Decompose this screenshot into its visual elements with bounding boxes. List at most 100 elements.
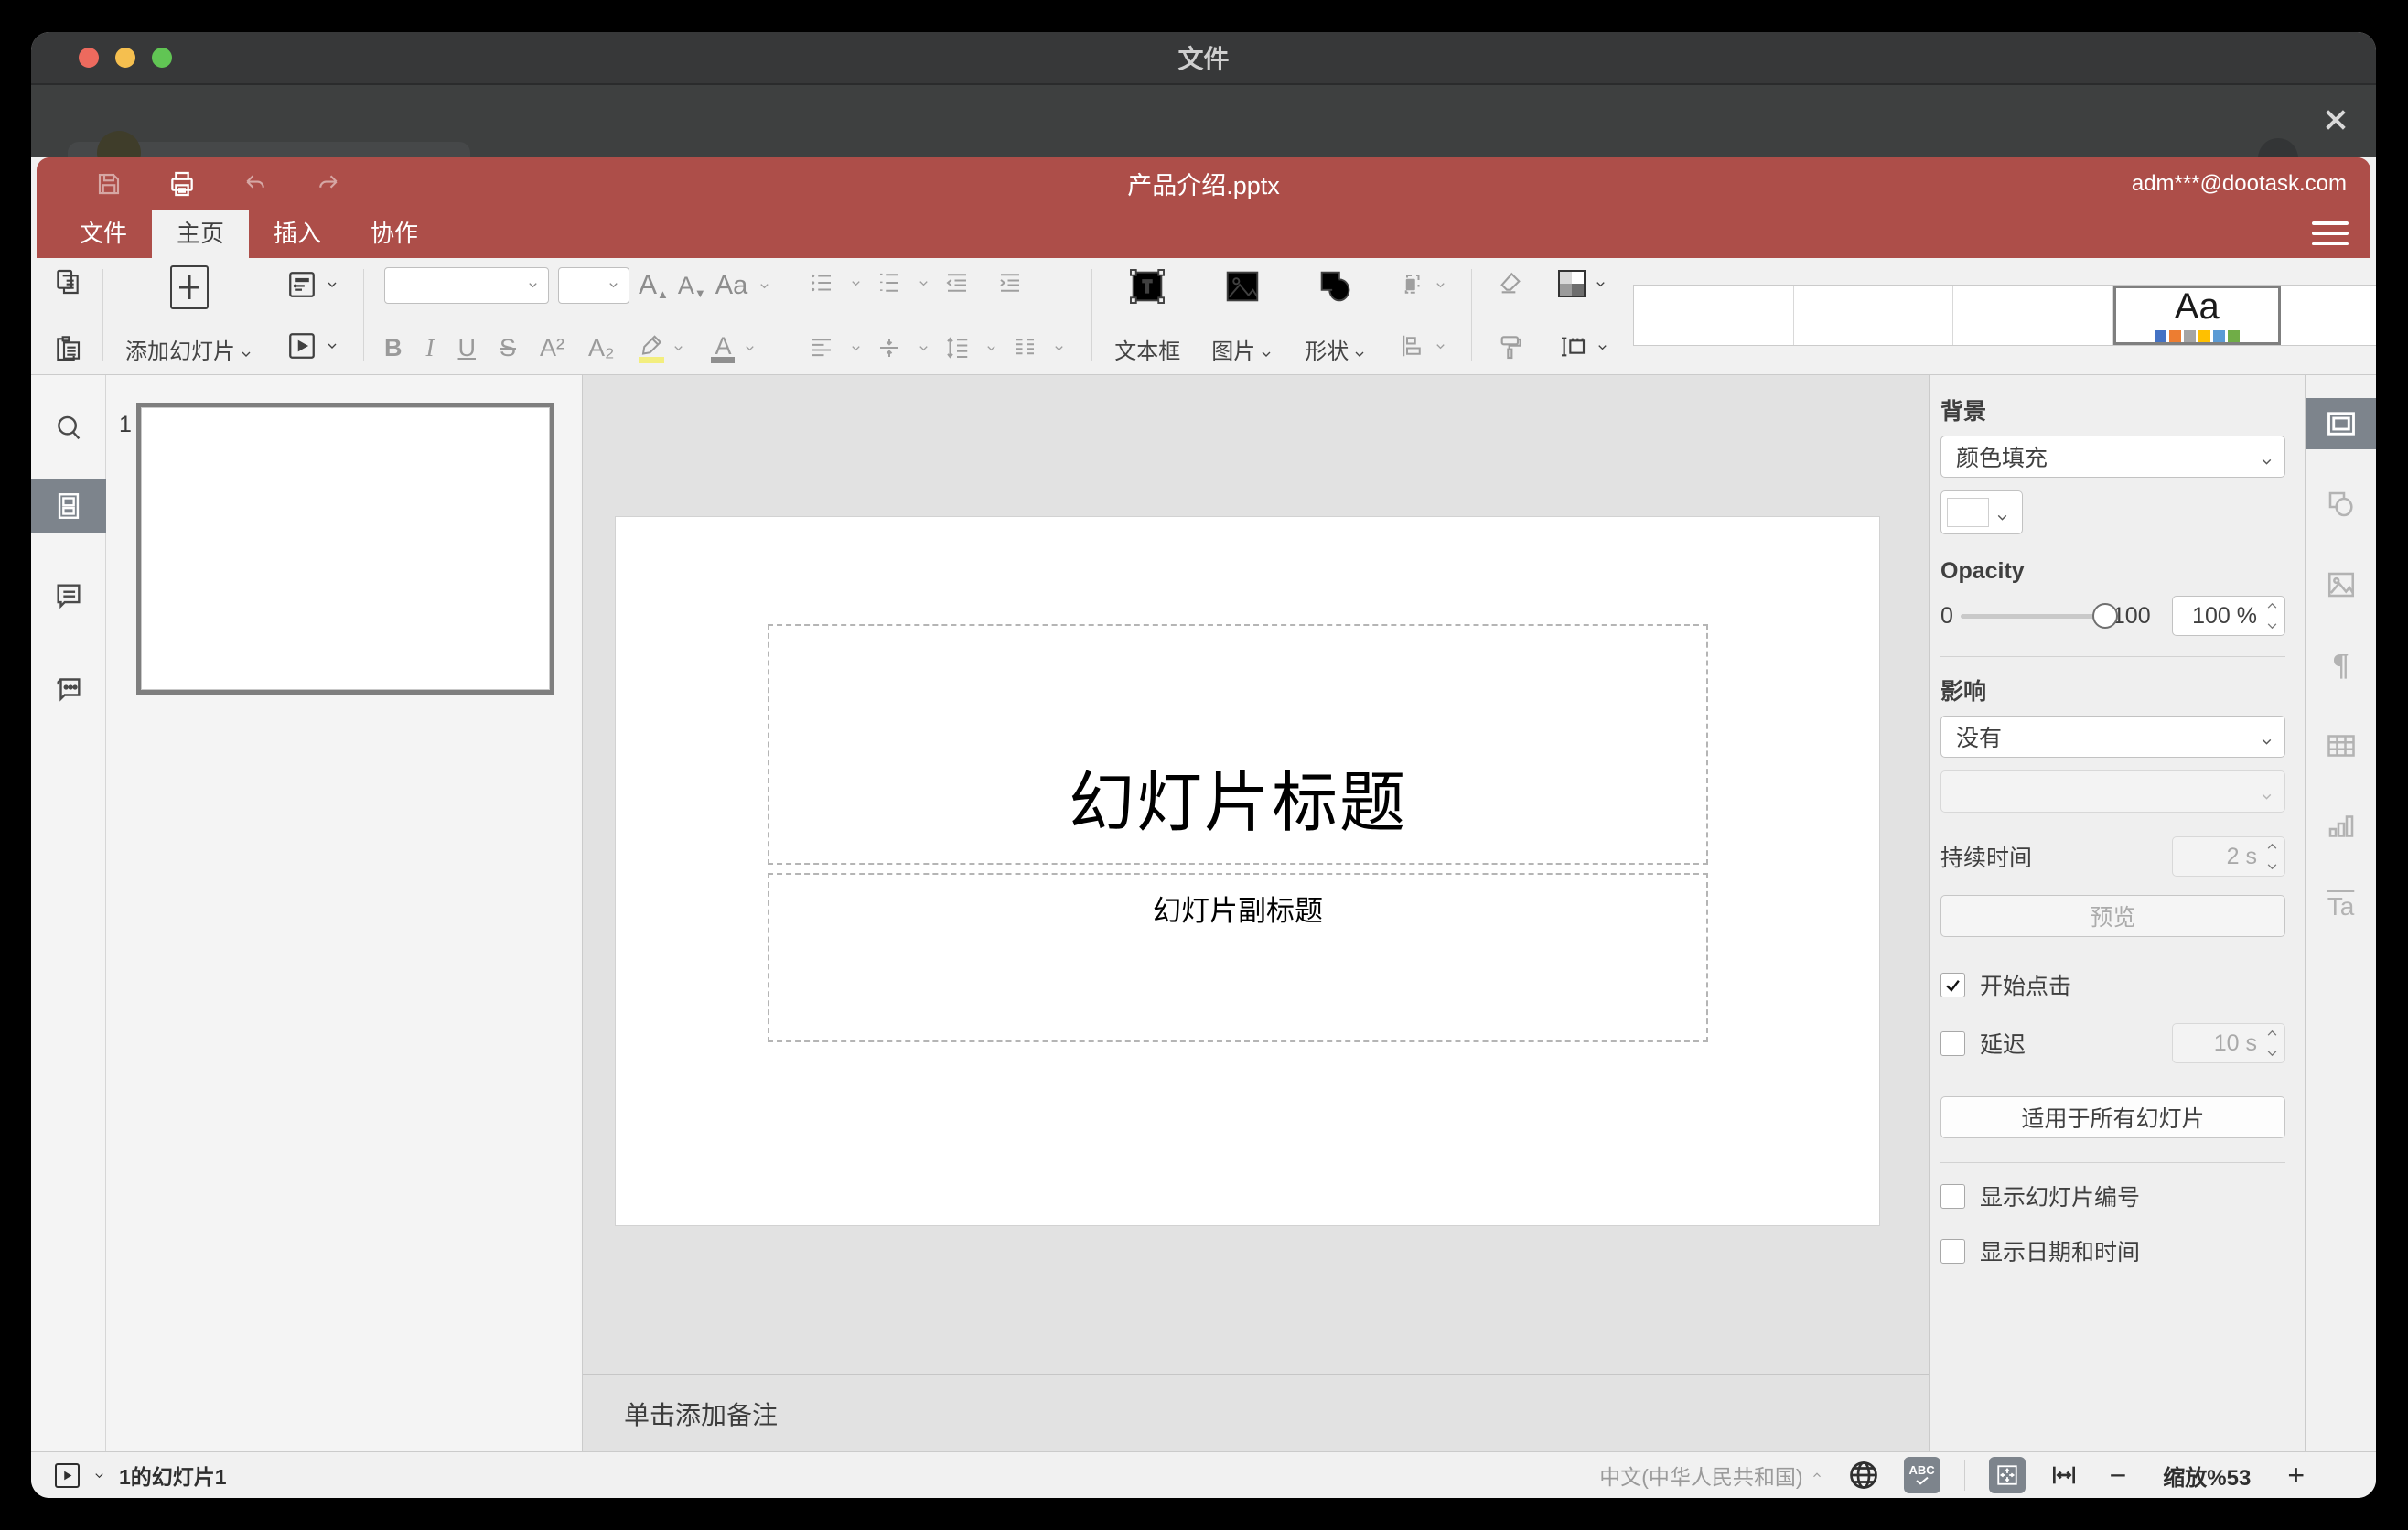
decrease-indent-icon[interactable] <box>943 269 971 296</box>
search-icon[interactable] <box>31 401 106 456</box>
slide-thumbnail[interactable] <box>136 403 554 695</box>
chat-icon[interactable] <box>31 660 106 715</box>
increase-indent-icon[interactable] <box>996 269 1024 296</box>
show-date-box[interactable] <box>1940 1238 1965 1264</box>
increase-font-icon[interactable]: A ▲ <box>639 270 669 301</box>
highlight-color-icon[interactable] <box>638 332 666 363</box>
chevron-down-icon[interactable] <box>325 339 339 353</box>
copy-icon[interactable] <box>53 267 82 296</box>
opacity-slider[interactable] <box>1960 603 2118 629</box>
duration-input[interactable]: 2 s <box>2172 836 2285 877</box>
slides-panel-icon[interactable] <box>31 479 106 533</box>
notes-area[interactable]: 单击添加备注 <box>583 1374 1929 1451</box>
tab-file[interactable]: 文件 <box>55 210 152 258</box>
theme-option-selected[interactable]: Aa <box>2112 286 2281 345</box>
slide-canvas[interactable]: 幻灯片标题 幻灯片副标题 <box>583 375 1929 1374</box>
arrange-shapes-icon[interactable] <box>1398 271 1425 298</box>
slide-settings-icon[interactable] <box>2305 398 2376 449</box>
decrease-font-icon[interactable]: A ▼ <box>678 272 706 300</box>
theme-option-blank-1[interactable] <box>1634 286 1794 345</box>
color-scheme-icon[interactable] <box>1558 270 1586 297</box>
paste-icon[interactable] <box>53 334 82 363</box>
align-shapes-icon[interactable] <box>1398 332 1425 360</box>
background-color-swatch[interactable] <box>1940 490 2023 534</box>
chevron-down-icon[interactable] <box>1433 339 1447 353</box>
effect-type-select[interactable] <box>1940 770 2285 813</box>
table-settings-icon[interactable] <box>2306 720 2377 771</box>
clear-style-icon[interactable] <box>1496 269 1525 298</box>
chevron-down-icon[interactable] <box>848 340 863 355</box>
chevron-down-icon[interactable] <box>916 275 930 290</box>
apply-to-all-slides-button[interactable]: 适用于所有幻灯片 <box>1940 1096 2285 1138</box>
show-date-checkbox[interactable]: 显示日期和时间 <box>1940 1234 2285 1267</box>
font-size-combo[interactable] <box>558 267 629 304</box>
delay-input[interactable]: 10 s <box>2172 1023 2285 1063</box>
delay-checkbox[interactable] <box>1940 1030 1965 1056</box>
comments-icon[interactable] <box>31 568 106 623</box>
subscript-button[interactable]: A₂ <box>588 334 615 362</box>
slide-surface[interactable]: 幻灯片标题 幻灯片副标题 <box>616 517 1879 1225</box>
spinner-arrows-icon[interactable] <box>2266 601 2278 630</box>
menu-icon[interactable] <box>2312 218 2349 249</box>
chevron-down-icon[interactable] <box>916 340 930 355</box>
chevron-down-icon[interactable] <box>1593 276 1607 291</box>
language-selector[interactable]: 中文(中华人民共和国) <box>1599 1460 1822 1491</box>
add-slide-button[interactable]: 添加幻灯片 <box>125 265 253 365</box>
copy-style-icon[interactable] <box>1496 332 1525 361</box>
chevron-down-icon[interactable] <box>757 278 771 293</box>
chevron-down-icon[interactable] <box>672 340 686 355</box>
show-slide-number-checkbox[interactable]: 显示幻灯片编号 <box>1940 1180 2285 1212</box>
chart-settings-icon[interactable] <box>2306 801 2377 852</box>
show-slide-number-box[interactable] <box>1940 1183 1965 1209</box>
vertical-align-icon[interactable] <box>876 334 903 361</box>
font-color-icon[interactable]: A <box>710 332 737 363</box>
numbered-list-icon[interactable] <box>876 269 903 296</box>
image-settings-icon[interactable] <box>2306 559 2377 610</box>
background-fill-select[interactable]: 颜色填充 <box>1940 436 2285 478</box>
start-on-click-checkbox[interactable]: 开始点击 <box>1940 968 2285 1001</box>
chevron-down-icon[interactable] <box>325 277 339 292</box>
paragraph-settings-icon[interactable]: ¶ <box>2306 640 2377 691</box>
chevron-down-icon[interactable] <box>1433 277 1447 292</box>
theme-option-blank-4[interactable] <box>2281 286 2376 345</box>
start-slideshow-icon[interactable] <box>286 330 317 361</box>
spinner-arrows-icon[interactable] <box>2266 1029 2278 1058</box>
insert-image-button[interactable]: 图片 <box>1211 265 1274 365</box>
chevron-down-icon[interactable] <box>984 340 998 355</box>
slide-size-icon[interactable] <box>1558 332 1587 361</box>
zoom-in-button[interactable]: + <box>2287 1460 2305 1490</box>
shape-settings-icon[interactable] <box>2306 479 2377 530</box>
slide-subtitle-placeholder[interactable]: 幻灯片副标题 <box>768 873 1708 1042</box>
tab-home[interactable]: 主页 <box>152 210 250 258</box>
superscript-button[interactable]: A² <box>540 334 564 362</box>
strikethrough-button[interactable]: S <box>500 334 516 362</box>
line-spacing-icon[interactable] <box>943 334 971 361</box>
zoom-out-button[interactable]: − <box>2110 1460 2127 1490</box>
chevron-down-icon[interactable] <box>1595 339 1609 354</box>
fit-to-slide-icon[interactable] <box>1988 1457 2026 1493</box>
textart-settings-icon[interactable]: Ta <box>2306 881 2377 932</box>
spellcheck-icon[interactable]: ABC <box>1903 1457 1940 1493</box>
preview-button[interactable]: 预览 <box>1940 895 2285 937</box>
opacity-value-input[interactable]: 100 % <box>2172 596 2285 636</box>
chevron-down-icon[interactable] <box>848 275 863 290</box>
bullet-list-icon[interactable] <box>808 269 835 296</box>
theme-option-blank-2[interactable] <box>1794 286 1954 345</box>
start-slideshow-status-icon[interactable] <box>55 1462 80 1488</box>
insert-textbox-button[interactable]: 文本框 <box>1114 265 1180 365</box>
chevron-down-icon[interactable] <box>1051 340 1066 355</box>
spinner-arrows-icon[interactable] <box>2266 842 2278 871</box>
spellcheck-language-globe-icon[interactable] <box>1847 1459 1880 1492</box>
effect-select[interactable]: 没有 <box>1940 716 2285 758</box>
font-name-combo[interactable] <box>384 267 549 304</box>
underline-button[interactable]: U <box>458 334 477 362</box>
bold-button[interactable]: B <box>384 334 403 362</box>
chevron-down-icon[interactable] <box>743 340 758 355</box>
tab-insert[interactable]: 插入 <box>249 210 346 258</box>
fit-to-width-icon[interactable] <box>2049 1460 2079 1490</box>
theme-option-blank-3[interactable] <box>1953 286 2113 345</box>
slide-layout-icon[interactable] <box>286 269 317 300</box>
tab-collaboration[interactable]: 协作 <box>346 210 443 258</box>
insert-shape-button[interactable]: 形状 <box>1305 265 1367 365</box>
slide-title-placeholder[interactable]: 幻灯片标题 <box>768 624 1708 865</box>
